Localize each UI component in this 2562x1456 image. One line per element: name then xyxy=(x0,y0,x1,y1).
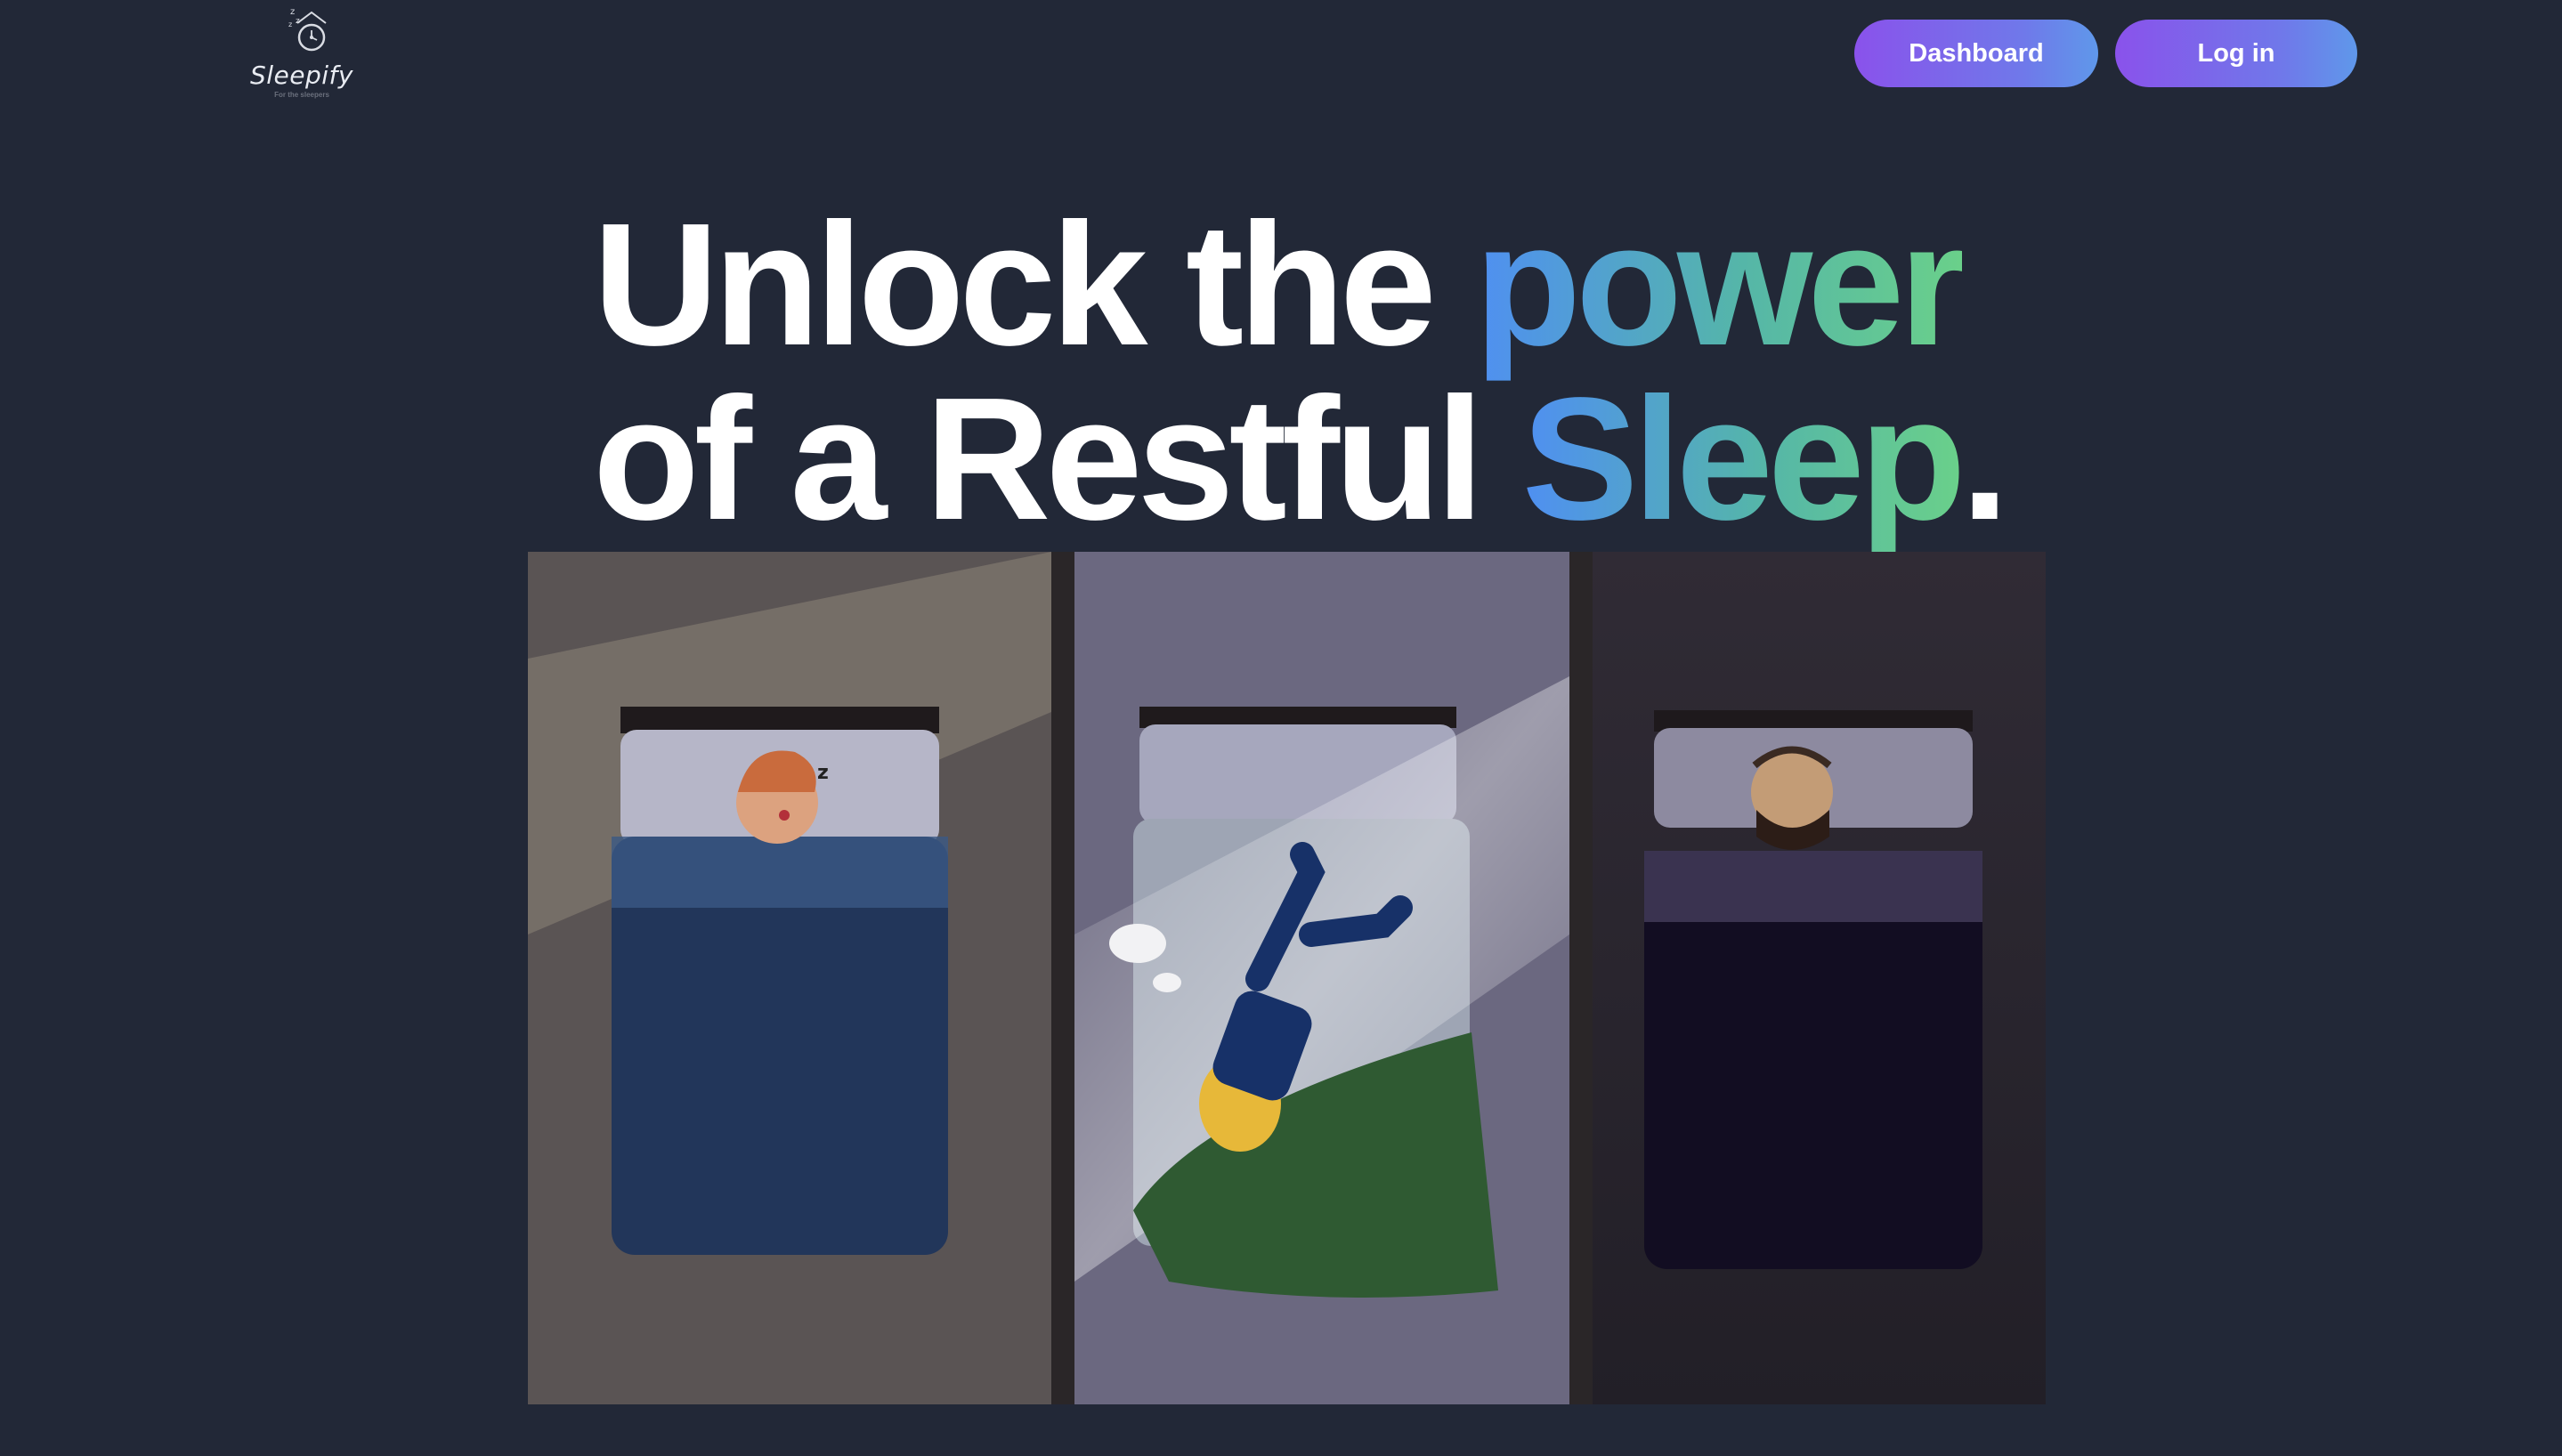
logo[interactable]: z z z Sleepify For the sleepers xyxy=(250,4,353,100)
svg-text:z: z xyxy=(290,7,295,17)
headline-highlight-power: power xyxy=(1474,187,1966,382)
panel-left: z xyxy=(528,552,1051,1404)
headline-text: of a Restful xyxy=(593,361,1522,556)
svg-text:z: z xyxy=(288,20,292,28)
headline-text: Unlock the xyxy=(593,187,1475,382)
sleepers-illustration: z xyxy=(528,552,2046,1404)
panel-right xyxy=(1593,552,2046,1404)
dashboard-button[interactable]: Dashboard xyxy=(1854,20,2098,87)
headline-highlight-sleep: Sleep xyxy=(1521,361,1966,556)
hero-headline: Unlock the power of a Restful Sleep. xyxy=(593,198,2017,546)
svg-text:z: z xyxy=(817,762,829,784)
panel-middle xyxy=(1074,552,1569,1404)
headline-line-2: of a Restful Sleep. xyxy=(593,372,2017,546)
logo-tagline: For the sleepers xyxy=(274,91,329,99)
hero-illustration: z xyxy=(528,552,2046,1404)
headline-period: . xyxy=(1960,361,2010,556)
login-button[interactable]: Log in xyxy=(2115,20,2357,87)
landing-page: z z z Sleepify For the sleepers Dashboar… xyxy=(0,0,2562,1456)
logo-name: Sleepify xyxy=(250,61,353,90)
sleeping-house-icon: z z z xyxy=(288,7,327,52)
headline-line-1: Unlock the power xyxy=(593,198,2017,372)
